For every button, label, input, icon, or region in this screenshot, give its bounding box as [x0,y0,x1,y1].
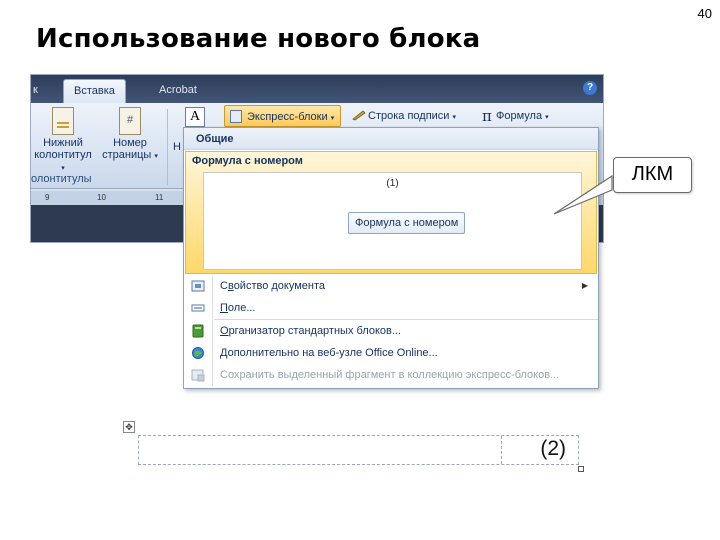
inserted-formula-table: (2) [138,435,579,465]
table-move-handle-icon[interactable]: ✥ [123,421,135,433]
table-cell-divider [501,436,502,464]
equation-number: (2) [540,437,566,460]
lmb-callout: ЛКМ [613,157,692,193]
table-resize-handle-icon[interactable] [578,466,584,472]
